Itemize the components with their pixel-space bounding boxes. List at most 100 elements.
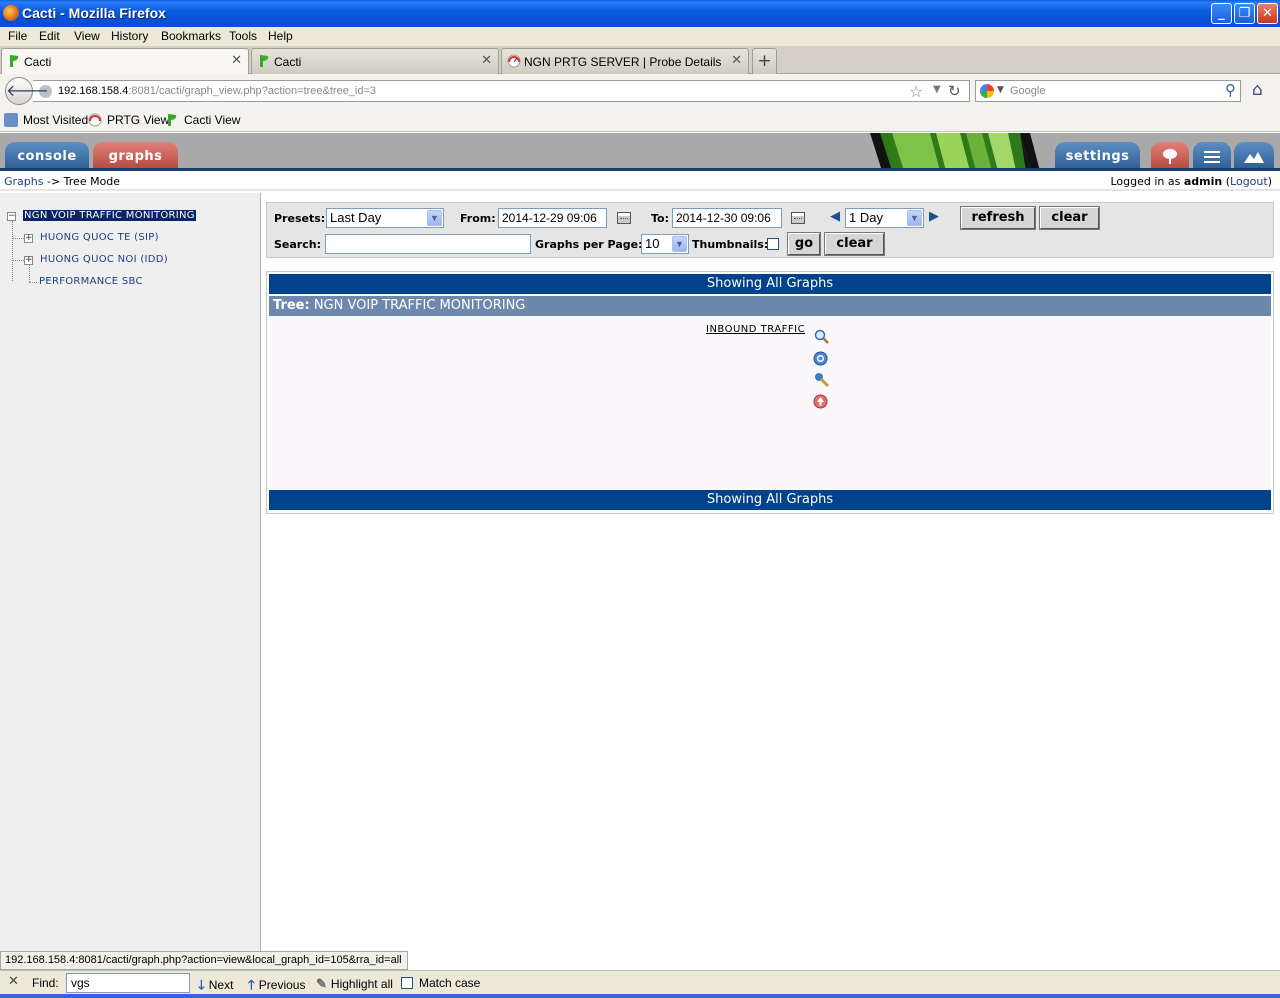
- menu-file[interactable]: File: [8, 29, 27, 43]
- to-date-input[interactable]: 2014-12-30 09:06: [672, 208, 782, 228]
- bookmark-cacti-view[interactable]: Cacti View: [165, 113, 240, 127]
- expand-icon[interactable]: +: [24, 256, 33, 265]
- preview-icon: [1244, 152, 1264, 163]
- firefox-window: Cacti - Mozilla Firefox _ ❐ ✕ File Edit …: [0, 0, 1280, 998]
- tree-item-label[interactable]: HUONG QUOC NOI (IDD): [40, 254, 168, 265]
- chevron-down-icon: ▼: [907, 210, 922, 226]
- tab-close-icon[interactable]: ✕: [231, 53, 242, 68]
- zoom-icon[interactable]: [814, 329, 829, 344]
- list-view-tab[interactable]: [1193, 142, 1231, 171]
- match-case-label[interactable]: Match case: [419, 976, 480, 990]
- presets-select[interactable]: Last Day ▼: [326, 208, 444, 228]
- prtg-icon: [88, 113, 102, 127]
- graphs-tab[interactable]: graphs: [93, 142, 178, 171]
- panel-footer: Showing All Graphs: [269, 490, 1271, 510]
- new-tab-button[interactable]: +: [752, 48, 777, 74]
- find-label: Find:: [32, 976, 59, 990]
- arrow-down-icon: 🡓: [198, 977, 205, 992]
- search-input[interactable]: [325, 234, 531, 254]
- most-visited-icon: [4, 113, 18, 127]
- clear-search-button[interactable]: clear: [824, 232, 885, 256]
- close-window-button[interactable]: ✕: [1257, 3, 1278, 24]
- tab-cacti-2[interactable]: Cacti ✕: [251, 48, 499, 74]
- google-icon[interactable]: [980, 84, 994, 98]
- graph-tree-sidebar: − NGN VOIP TRAFFIC MONITORING + HUONG QUOC…: [0, 193, 261, 952]
- export-icon[interactable]: [813, 394, 828, 409]
- tree-heading: Tree: NGN VOIP TRAFFIC MONITORING: [269, 296, 1271, 316]
- bookmark-prtg-view[interactable]: PRTG View: [88, 113, 169, 127]
- navigation-bar: 192.168.158.4:8081/cacti/graph_view.php?…: [0, 74, 1280, 107]
- to-label: To:: [651, 212, 669, 225]
- tree-line: [29, 264, 30, 282]
- tree-view-tab[interactable]: [1151, 142, 1189, 171]
- thumbnails-label: Thumbnails:: [692, 238, 769, 251]
- maximize-button[interactable]: ❐: [1234, 3, 1255, 24]
- settings-tab[interactable]: settings: [1055, 142, 1140, 171]
- menu-tools[interactable]: Tools: [229, 29, 257, 43]
- console-tab[interactable]: console: [5, 142, 89, 171]
- window-title: Cacti - Mozilla Firefox: [22, 5, 166, 21]
- address-bar[interactable]: 192.168.158.4:8081/cacti/graph_view.php?…: [33, 80, 970, 102]
- reload-icon[interactable]: ↻: [948, 82, 961, 100]
- timespan-select[interactable]: 1 Day ▼: [845, 208, 924, 228]
- breadcrumb-graphs-link[interactable]: Graphs: [4, 175, 43, 188]
- menu-bookmarks[interactable]: Bookmarks: [161, 29, 221, 43]
- history-dropdown-icon[interactable]: ▼: [933, 84, 941, 95]
- go-button[interactable]: go: [787, 232, 821, 256]
- menu-edit[interactable]: Edit: [39, 29, 60, 43]
- cacti-header: console graphs settings: [0, 133, 1280, 171]
- tab-close-icon[interactable]: ✕: [731, 53, 742, 68]
- refresh-button[interactable]: refresh: [960, 206, 1036, 230]
- bookmark-most-visited[interactable]: Most Visited: [4, 113, 88, 127]
- preview-view-tab[interactable]: [1234, 142, 1274, 171]
- to-calendar-icon[interactable]: [791, 212, 805, 224]
- tab-cacti-1[interactable]: Cacti ✕: [1, 48, 249, 75]
- graphs-per-page-label: Graphs per Page:: [535, 238, 643, 251]
- from-calendar-icon[interactable]: [617, 212, 631, 224]
- title-bar: Cacti - Mozilla Firefox _ ❐ ✕: [0, 0, 1280, 27]
- clear-button[interactable]: clear: [1039, 206, 1100, 230]
- tree-root-label[interactable]: NGN VOIP TRAFFIC MONITORING: [23, 210, 196, 221]
- tree-item-huong-quoc-te[interactable]: + HUONG QUOC TE (SIP): [24, 232, 159, 243]
- highlight-all-button[interactable]: ✎ Highlight all: [316, 976, 393, 992]
- graphs-per-page-select[interactable]: 10 ▼: [641, 234, 689, 254]
- search-bar[interactable]: ▼ Google ⚲: [975, 80, 1241, 102]
- search-icon[interactable]: ⚲: [1225, 81, 1236, 99]
- tree-item-label[interactable]: PERFORMANCE SBC: [39, 276, 143, 287]
- home-icon[interactable]: ⌂: [1252, 80, 1263, 100]
- close-find-icon[interactable]: ✕: [8, 974, 19, 989]
- search-engine-dropdown-icon[interactable]: ▼: [997, 85, 1004, 95]
- bookmark-star-icon[interactable]: ☆: [909, 82, 923, 101]
- search-placeholder: Google: [1010, 85, 1046, 97]
- find-bar: ✕ Find: vgs 🡓 Next 🡑 Previous ✎ Highlight a…: [0, 970, 1280, 994]
- search-label: Search:: [274, 238, 321, 251]
- tree-item-performance-sbc[interactable]: PERFORMANCE SBC: [39, 276, 143, 287]
- find-input[interactable]: vgs: [66, 973, 190, 993]
- expand-icon[interactable]: +: [24, 234, 33, 243]
- tab-label: Cacti: [24, 55, 52, 69]
- cacti-favicon-icon: [260, 55, 269, 67]
- info-icon[interactable]: [813, 351, 828, 366]
- properties-icon[interactable]: [814, 372, 829, 387]
- tab-close-icon[interactable]: ✕: [481, 53, 492, 68]
- tree-item-label[interactable]: HUONG QUOC TE (SIP): [40, 232, 159, 243]
- collapse-icon[interactable]: −: [7, 212, 16, 221]
- back-button[interactable]: 🡐: [5, 77, 49, 105]
- menu-view[interactable]: View: [74, 29, 100, 43]
- shift-left-icon[interactable]: ◀: [830, 209, 840, 224]
- menu-history[interactable]: History: [111, 29, 148, 43]
- breadcrumb: Graphs -> Tree Mode: [4, 175, 120, 188]
- login-status: Logged in as admin (Logout): [1110, 175, 1272, 188]
- logout-link[interactable]: Logout: [1230, 175, 1268, 188]
- tab-prtg[interactable]: NGN PRTG SERVER | Probe Details | PRT...…: [501, 48, 749, 74]
- tree-root[interactable]: − NGN VOIP TRAFFIC MONITORING: [7, 210, 196, 221]
- minimize-button[interactable]: _: [1211, 3, 1232, 24]
- username: admin: [1183, 175, 1223, 188]
- tree-item-huong-quoc-noi[interactable]: + HUONG QUOC NOI (IDD): [24, 254, 168, 265]
- menu-help[interactable]: Help: [268, 29, 293, 43]
- shift-right-icon[interactable]: ▶: [929, 209, 939, 224]
- graph-title-link[interactable]: INBOUND TRAFFIC: [706, 324, 805, 335]
- thumbnails-checkbox[interactable]: [767, 238, 779, 250]
- from-date-input[interactable]: 2014-12-29 09:06: [498, 208, 607, 228]
- match-case-checkbox[interactable]: [401, 977, 413, 989]
